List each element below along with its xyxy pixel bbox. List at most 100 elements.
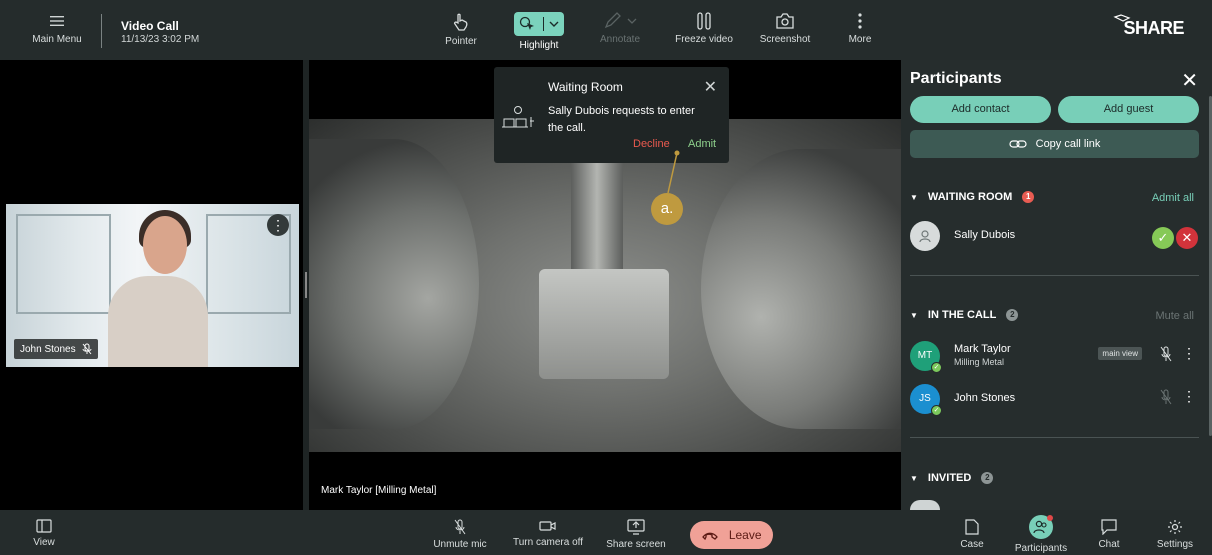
machine-part xyxy=(701,149,901,429)
participant-video-tile[interactable]: ⋮ John Stones xyxy=(6,204,299,367)
check-badge-icon: ✓ xyxy=(931,405,942,416)
participant-figure xyxy=(108,276,208,367)
participant-options-button[interactable]: ⋮ xyxy=(1182,388,1196,405)
mic-muted-icon[interactable] xyxy=(1160,346,1172,362)
video-tile-menu-button[interactable]: ⋮ xyxy=(267,214,289,236)
turn-camera-off-button[interactable]: Turn camera off xyxy=(508,519,588,548)
avatar xyxy=(910,500,940,510)
hang-up-icon xyxy=(702,532,719,541)
more-button[interactable]: More xyxy=(821,12,899,45)
glasses-logo-icon xyxy=(1113,14,1131,22)
machine-vise xyxy=(539,269,669,379)
invited-section-header[interactable]: ▼ INVITED 2 xyxy=(910,472,994,484)
participants-active-indicator xyxy=(1029,515,1053,539)
case-label: Case xyxy=(960,539,984,550)
call-datetime: 11/13/23 3:02 PM xyxy=(121,34,200,45)
main-view-tag: main view xyxy=(1098,347,1142,360)
chat-bubble-icon xyxy=(1101,519,1117,535)
gear-icon xyxy=(1168,520,1182,534)
pen-icon xyxy=(604,12,637,29)
mic-muted-icon xyxy=(82,343,92,355)
collapse-triangle-icon: ▼ xyxy=(910,192,918,202)
share-screen-button[interactable]: Share screen xyxy=(596,519,676,550)
settings-button[interactable]: Settings xyxy=(1135,519,1212,550)
in-call-label: IN THE CALL xyxy=(927,309,997,321)
mic-muted-icon[interactable] xyxy=(1160,389,1172,405)
share-logo: SHARE xyxy=(1113,14,1184,39)
unmute-mic-label: Unmute mic xyxy=(433,539,487,550)
avatar-initials: MT xyxy=(917,350,933,361)
folder-icon xyxy=(965,519,979,535)
mute-all-button[interactable]: Mute all xyxy=(1155,310,1194,322)
waiting-room-icon xyxy=(502,106,534,128)
avatar: MT ✓ xyxy=(910,341,942,373)
avatar: JS ✓ xyxy=(910,384,942,416)
more-label: More xyxy=(848,34,872,45)
bottom-toolbar: View Unmute mic Turn camera off Share sc… xyxy=(0,510,1212,555)
more-vertical-icon xyxy=(858,13,862,29)
participant-name: John Stones xyxy=(20,343,76,355)
main-video-feed[interactable] xyxy=(309,119,901,452)
logo-text: SHARE xyxy=(1123,18,1184,38)
view-button[interactable]: View xyxy=(4,519,84,548)
divider xyxy=(910,437,1199,438)
screenshot-label: Screenshot xyxy=(759,34,811,45)
participant-face xyxy=(143,216,187,274)
freeze-video-label: Freeze video xyxy=(675,34,733,45)
close-panel-icon[interactable]: ✕ xyxy=(1181,68,1198,93)
add-guest-button[interactable]: Add guest xyxy=(1058,96,1199,123)
panel-title: Participants xyxy=(910,70,1002,87)
screenshot-button[interactable]: Screenshot xyxy=(746,12,824,45)
admit-all-button[interactable]: Admit all xyxy=(1152,192,1194,204)
freeze-video-button[interactable]: Freeze video xyxy=(665,12,743,45)
case-button[interactable]: Case xyxy=(932,519,1012,550)
pointer-hand-icon xyxy=(453,13,468,31)
link-icon xyxy=(1008,140,1027,148)
popup-title: Waiting Room xyxy=(548,80,623,94)
participant-options-button[interactable]: ⋮ xyxy=(1182,345,1196,362)
turn-camera-off-label: Turn camera off xyxy=(512,537,584,548)
waiting-room-section-header[interactable]: ▼ WAITING ROOM 1 xyxy=(910,191,1035,203)
mic-muted-icon xyxy=(454,519,466,535)
copy-call-link-label: Copy call link xyxy=(1035,138,1101,150)
share-screen-label: Share screen xyxy=(606,539,666,550)
invited-count-badge: 2 xyxy=(981,472,994,484)
main-video-caption: Mark Taylor [Milling Metal] xyxy=(321,485,437,496)
collapse-triangle-icon: ▼ xyxy=(910,473,918,483)
admit-button[interactable]: Admit xyxy=(688,138,716,150)
divider xyxy=(910,275,1199,276)
highlight-tool-button[interactable]: Highlight xyxy=(500,12,578,51)
camera-icon xyxy=(776,13,794,29)
layout-view-icon xyxy=(36,519,52,533)
participant-name: John Stones xyxy=(954,392,1016,404)
close-icon[interactable]: ✕ xyxy=(704,77,717,97)
main-menu-label: Main Menu xyxy=(32,34,82,45)
chevron-down-icon[interactable] xyxy=(549,21,559,28)
video-camera-icon xyxy=(539,521,556,531)
user-placeholder-icon xyxy=(919,230,931,243)
check-badge-icon: ✓ xyxy=(931,362,942,373)
hamburger-icon xyxy=(50,16,64,26)
highlight-cursor-icon xyxy=(520,16,535,30)
notification-dot xyxy=(1047,515,1053,521)
main-menu-button[interactable]: Main Menu xyxy=(22,12,92,47)
accept-participant-button[interactable]: ✓ xyxy=(1152,227,1174,249)
copy-call-link-button[interactable]: Copy call link xyxy=(910,130,1199,158)
leave-call-button[interactable]: Leave xyxy=(690,521,773,549)
in-call-participant-row: MT ✓ Mark Taylor Milling Metal main view… xyxy=(910,341,1202,375)
reject-participant-button[interactable]: ✕ xyxy=(1176,227,1198,249)
settings-label: Settings xyxy=(1156,539,1194,550)
callout-marker-a: a. xyxy=(651,193,683,225)
pointer-tool-button[interactable]: Pointer xyxy=(422,12,500,47)
invited-label: INVITED xyxy=(927,472,972,484)
annotate-tool-button[interactable]: Annotate xyxy=(581,12,659,45)
machine-part xyxy=(309,139,479,429)
participants-panel: Participants ✕ Add contact Add guest Cop… xyxy=(901,60,1212,510)
pointer-label: Pointer xyxy=(445,36,477,47)
decline-button[interactable]: Decline xyxy=(633,138,670,150)
add-contact-button[interactable]: Add contact xyxy=(910,96,1051,123)
participant-name: Sally Dubois xyxy=(954,229,1016,241)
in-call-section-header[interactable]: ▼ IN THE CALL 2 xyxy=(910,309,1019,321)
background-window xyxy=(16,214,111,314)
unmute-mic-button[interactable]: Unmute mic xyxy=(420,519,500,550)
